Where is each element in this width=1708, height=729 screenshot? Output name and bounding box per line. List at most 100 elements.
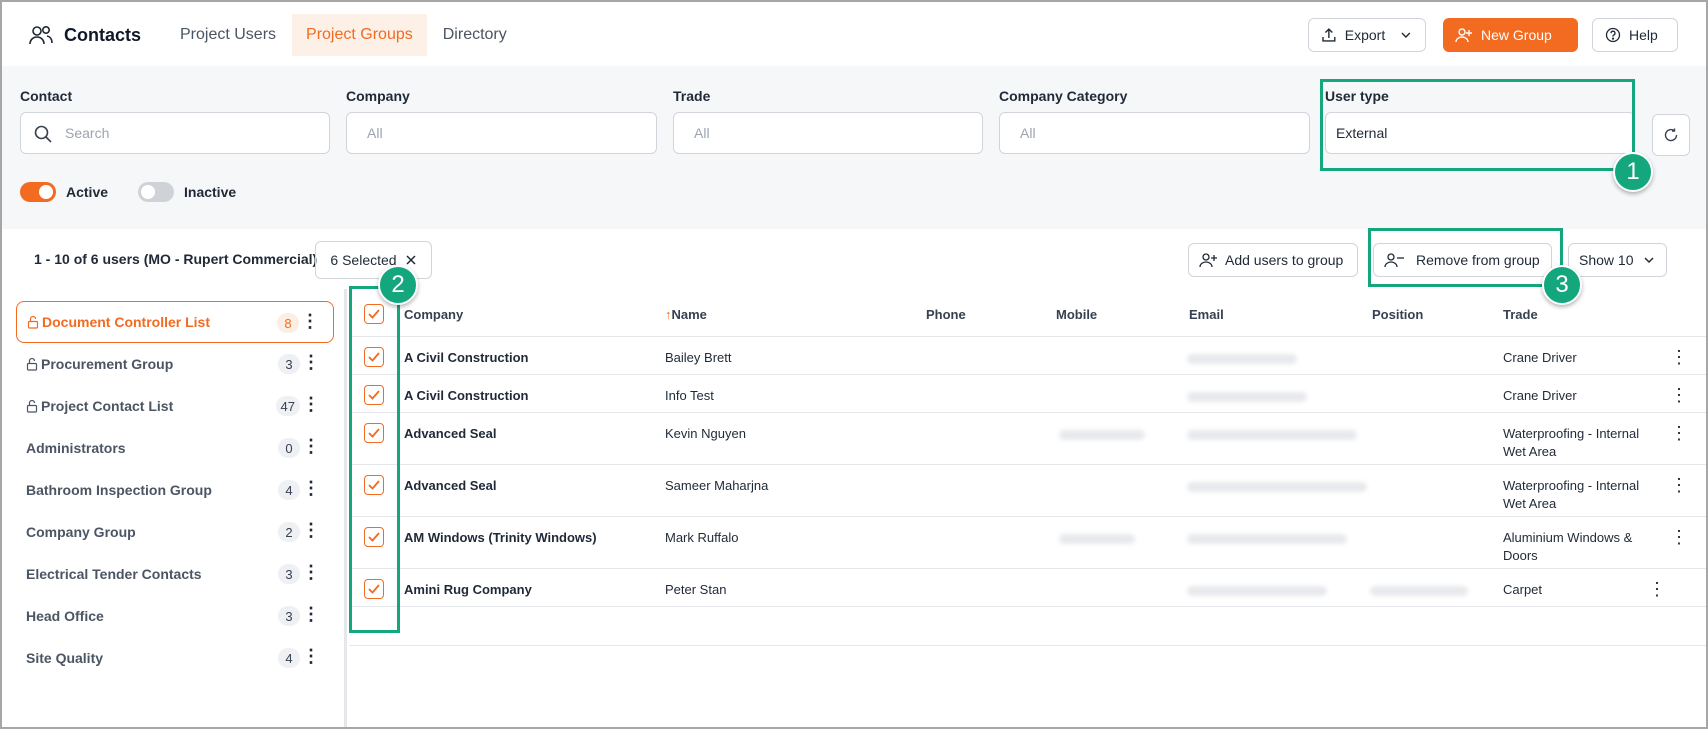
usertype-filter-value: External [1336, 125, 1388, 141]
check-icon [368, 532, 380, 542]
group-item-head-office[interactable]: Head Office 3 ⋮ [16, 595, 334, 637]
blurred-email [1187, 392, 1307, 402]
close-icon[interactable] [405, 254, 417, 266]
cell-name: Info Test [665, 388, 714, 403]
result-count: 1 - 10 of 6 users (MO - Rupert Commercia… [34, 251, 318, 267]
blurred-email [1187, 354, 1297, 364]
inactive-toggle[interactable]: Inactive [138, 182, 236, 202]
company-filter-label: Company [346, 88, 410, 104]
group-item-document-controller-list[interactable]: Document Controller List 8 ⋮ [16, 301, 334, 343]
table-row[interactable]: A Civil Construction Info Test Crane Dri… [349, 375, 1706, 413]
add-user-icon [1455, 28, 1472, 43]
row-checkbox[interactable] [364, 527, 384, 547]
cell-trade: Crane Driver [1503, 350, 1577, 365]
table-row[interactable]: AM Windows (Trinity Windows) Mark Ruffal… [349, 517, 1706, 569]
more-vertical-icon[interactable]: ⋮ [302, 521, 320, 539]
group-item-electrical-tender-contacts[interactable]: Electrical Tender Contacts 3 ⋮ [16, 553, 334, 595]
trade-filter-label: Trade [673, 88, 711, 104]
inactive-switch[interactable] [138, 182, 174, 202]
group-count-badge: 2 [278, 522, 300, 542]
row-checkbox[interactable] [364, 423, 384, 443]
category-filter-label: Company Category [999, 88, 1128, 104]
page-size-select[interactable]: Show 10 [1568, 243, 1667, 277]
more-vertical-icon[interactable]: ⋮ [302, 353, 320, 371]
group-count-badge: 8 [277, 313, 299, 333]
page-title: Contacts [64, 24, 142, 45]
group-item-bathroom-inspection-group[interactable]: Bathroom Inspection Group 4 ⋮ [16, 469, 334, 511]
more-vertical-icon[interactable]: ⋮ [302, 647, 320, 665]
more-vertical-icon[interactable]: ⋮ [302, 563, 320, 581]
col-email[interactable]: Email [1189, 307, 1224, 322]
group-item-company-group[interactable]: Company Group 2 ⋮ [16, 511, 334, 553]
more-vertical-icon[interactable]: ⋮ [1648, 579, 1666, 600]
remove-label: Remove from group [1416, 252, 1540, 268]
cell-company: Advanced Seal [404, 478, 497, 493]
col-mobile[interactable]: Mobile [1056, 307, 1097, 322]
more-vertical-icon[interactable]: ⋮ [1670, 347, 1688, 368]
group-item-administrators[interactable]: Administrators 0 ⋮ [16, 427, 334, 469]
contact-search-input[interactable]: Search [20, 112, 330, 154]
reset-filters-button[interactable] [1652, 114, 1690, 156]
blurred-mobile [1059, 430, 1145, 440]
table-row[interactable]: Amini Rug Company Peter Stan Carpet ⋮ [349, 569, 1706, 607]
col-name[interactable]: ↑Name [665, 307, 707, 322]
col-position[interactable]: Position [1372, 307, 1423, 322]
check-icon [368, 584, 380, 594]
lock-icon [26, 357, 38, 371]
selected-count: 6 Selected [330, 252, 397, 268]
chevron-down-icon [1644, 257, 1654, 264]
row-checkbox[interactable] [364, 385, 384, 405]
blurred-email [1187, 586, 1327, 596]
more-vertical-icon[interactable]: ⋮ [302, 437, 320, 455]
trade-filter-value: All [694, 125, 710, 141]
more-vertical-icon[interactable]: ⋮ [302, 479, 320, 497]
tab-project-users[interactable]: Project Users [166, 14, 290, 56]
more-vertical-icon[interactable]: ⋮ [301, 312, 319, 330]
app-header: Contacts Project Users Project Groups Di… [2, 2, 1706, 66]
col-trade[interactable]: Trade [1503, 307, 1538, 322]
more-vertical-icon[interactable]: ⋮ [302, 395, 320, 413]
group-count-badge: 0 [278, 438, 300, 458]
more-vertical-icon[interactable]: ⋮ [1670, 527, 1688, 548]
check-icon [368, 309, 380, 319]
row-checkbox[interactable] [364, 579, 384, 599]
company-filter-select[interactable]: All [346, 112, 657, 154]
cell-name: Sameer Maharjna [665, 478, 769, 493]
table-row[interactable]: Advanced Seal Sameer Maharjna Waterproof… [349, 465, 1706, 517]
cell-trade: Aluminium Windows & Doors [1503, 530, 1633, 563]
select-all-checkbox[interactable] [364, 304, 384, 324]
col-company[interactable]: Company [404, 307, 463, 322]
table-row[interactable]: Advanced Seal Kevin Nguyen Waterproofing… [349, 413, 1706, 465]
check-icon [368, 390, 380, 400]
category-filter-select[interactable]: All [999, 112, 1310, 154]
group-item-site-quality[interactable]: Site Quality 4 ⋮ [16, 637, 334, 679]
app-logo: Contacts [28, 24, 141, 46]
group-item-project-contact-list[interactable]: Project Contact List 47 ⋮ [16, 385, 334, 427]
table-row[interactable]: A Civil Construction Bailey Brett Crane … [349, 337, 1706, 375]
group-count-badge: 4 [278, 480, 300, 500]
cell-name: Peter Stan [665, 582, 727, 597]
trade-filter-select[interactable]: All [673, 112, 983, 154]
export-button[interactable]: Export [1308, 18, 1426, 52]
col-name-label: Name [671, 307, 707, 322]
blurred-email [1187, 482, 1367, 492]
active-toggle[interactable]: Active [20, 182, 108, 202]
help-button[interactable]: Help [1592, 18, 1678, 52]
row-checkbox[interactable] [364, 475, 384, 495]
new-group-button[interactable]: New Group [1443, 18, 1578, 52]
active-switch[interactable] [20, 182, 56, 202]
tab-directory[interactable]: Directory [429, 14, 521, 56]
usertype-filter-select[interactable]: External [1325, 112, 1635, 154]
more-vertical-icon[interactable]: ⋮ [1670, 475, 1688, 496]
more-vertical-icon[interactable]: ⋮ [302, 605, 320, 623]
tab-project-groups[interactable]: Project Groups [292, 14, 427, 56]
row-checkbox[interactable] [364, 347, 384, 367]
group-count-badge: 4 [278, 648, 300, 668]
add-users-to-group-button[interactable]: Add users to group [1188, 243, 1358, 277]
help-icon [1605, 27, 1621, 43]
more-vertical-icon[interactable]: ⋮ [1670, 423, 1688, 444]
group-item-procurement-group[interactable]: Procurement Group 3 ⋮ [16, 343, 334, 385]
remove-from-group-button[interactable]: Remove from group [1373, 243, 1552, 277]
col-phone[interactable]: Phone [926, 307, 966, 322]
more-vertical-icon[interactable]: ⋮ [1670, 385, 1688, 406]
